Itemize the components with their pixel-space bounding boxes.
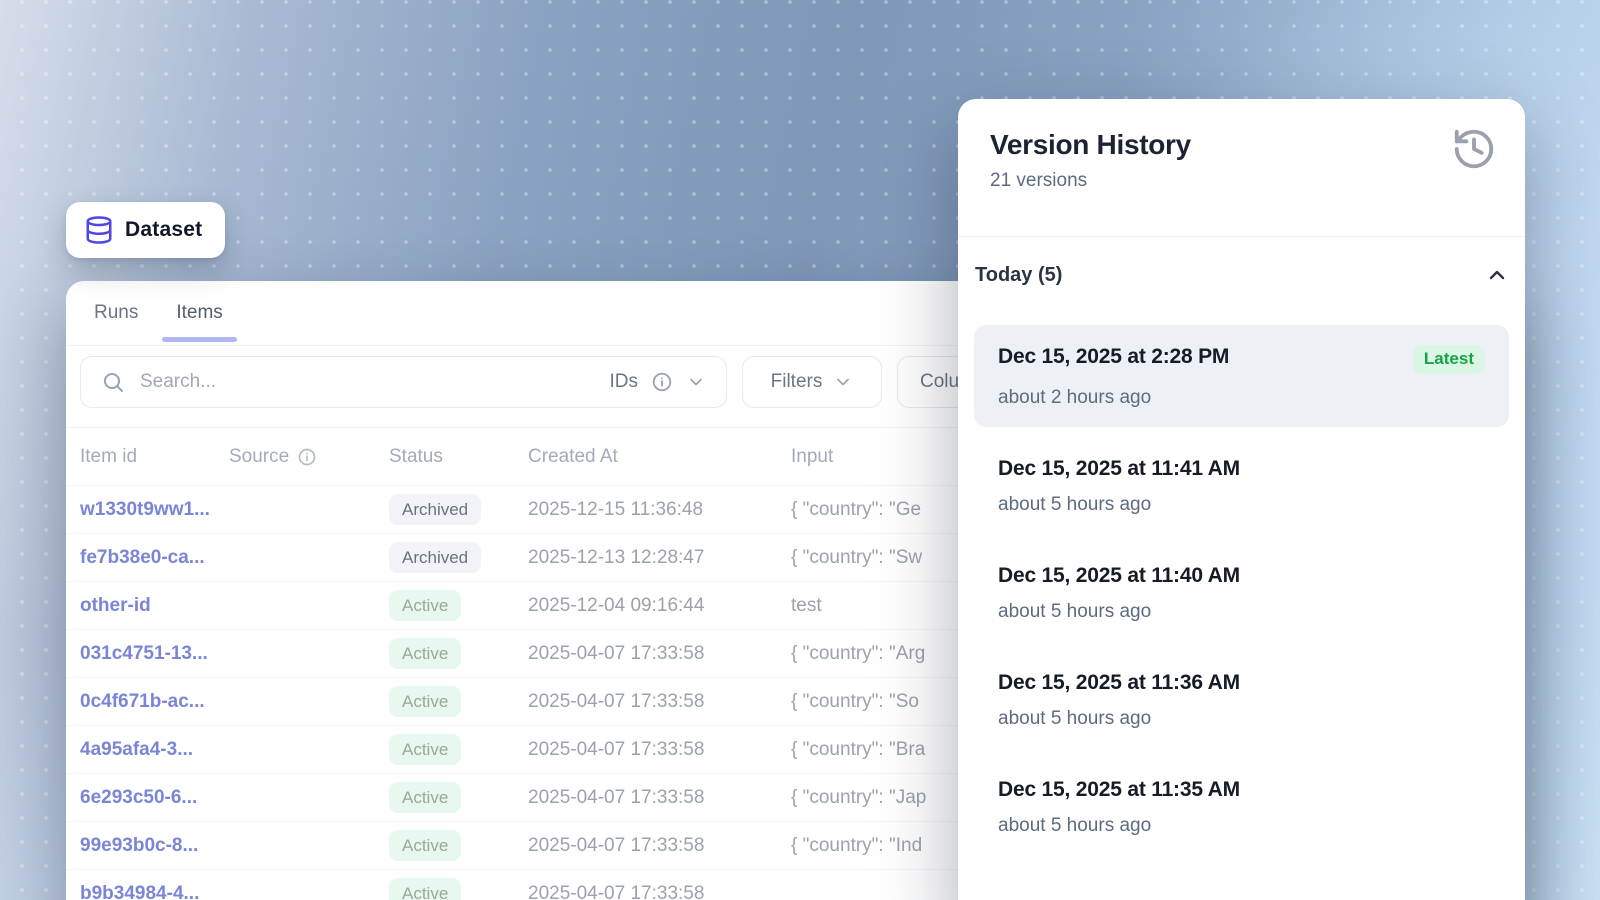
version-relative-time: about 5 hours ago (998, 494, 1485, 516)
version-entry[interactable]: Dec 15, 2025 at 11:40 AM about 5 hours a… (974, 544, 1509, 641)
dataset-badge[interactable]: Dataset (66, 202, 225, 258)
today-group-label: Today (5) (975, 264, 1062, 287)
created-at-cell: 2025-12-13 12:28:47 (528, 547, 791, 569)
column-header-item-id: Item id (80, 446, 229, 468)
tab-runs[interactable]: Runs (94, 281, 138, 345)
info-icon (651, 371, 673, 393)
today-group-header[interactable]: Today (5) (958, 237, 1525, 287)
version-relative-time: about 5 hours ago (998, 708, 1485, 730)
ids-label: IDs (610, 371, 639, 393)
column-header-status: Status (389, 446, 528, 468)
version-history-panel: Version History 21 versions Today (5) De… (958, 99, 1525, 900)
ids-selector[interactable]: IDs (610, 371, 707, 393)
version-date: Dec 15, 2025 at 11:41 AM (998, 457, 1240, 481)
status-badge: Active (389, 686, 461, 717)
status-cell: Archived (389, 542, 528, 573)
filters-label: Filters (771, 371, 823, 393)
version-entry[interactable]: Dec 15, 2025 at 11:35 AM about 5 hours a… (974, 758, 1509, 855)
status-badge: Active (389, 638, 461, 669)
status-badge: Archived (389, 542, 481, 573)
item-id-link[interactable]: other-id (80, 595, 229, 617)
active-tab-underline (162, 337, 236, 342)
version-entry-list: Dec 15, 2025 at 2:28 PM Latest about 2 h… (958, 287, 1525, 855)
tab-items[interactable]: Items (176, 281, 222, 345)
version-relative-time: about 2 hours ago (998, 387, 1485, 409)
item-id-link[interactable]: 4a95afa4-3... (80, 739, 229, 761)
status-badge: Active (389, 734, 461, 765)
database-icon (84, 215, 114, 245)
item-id-link[interactable]: fe7b38e0-ca... (80, 547, 229, 569)
item-id-link[interactable]: 0c4f671b-ac... (80, 691, 229, 713)
status-badge: Active (389, 782, 461, 813)
status-badge: Active (389, 830, 461, 861)
info-icon (297, 447, 317, 467)
status-cell: Active (389, 686, 528, 717)
status-cell: Active (389, 638, 528, 669)
item-id-link[interactable]: b9b34984-4... (80, 883, 229, 900)
status-cell: Active (389, 878, 528, 900)
filters-button[interactable]: Filters (742, 356, 882, 408)
history-icon (1451, 126, 1497, 172)
version-entry[interactable]: Dec 15, 2025 at 11:36 AM about 5 hours a… (974, 651, 1509, 748)
status-badge: Archived (389, 494, 481, 525)
tab-items-label: Items (176, 302, 222, 324)
created-at-cell: 2025-12-15 11:36:48 (528, 499, 791, 521)
dataset-badge-label: Dataset (125, 218, 202, 242)
status-cell: Active (389, 830, 528, 861)
created-at-cell: 2025-04-07 17:33:58 (528, 883, 791, 900)
item-id-link[interactable]: 031c4751-13... (80, 643, 229, 665)
search-icon (101, 370, 125, 394)
item-id-link[interactable]: 6e293c50-6... (80, 787, 229, 809)
search-box[interactable]: IDs (80, 356, 727, 408)
created-at-cell: 2025-04-07 17:33:58 (528, 739, 791, 761)
search-input[interactable] (140, 371, 595, 393)
version-history-title: Version History (990, 129, 1495, 161)
item-id-link[interactable]: 99e93b0c-8... (80, 835, 229, 857)
version-count: 21 versions (990, 170, 1495, 192)
created-at-cell: 2025-04-07 17:33:58 (528, 691, 791, 713)
chevron-down-icon (686, 372, 706, 392)
version-entry[interactable]: Dec 15, 2025 at 2:28 PM Latest about 2 h… (974, 325, 1509, 427)
version-entry[interactable]: Dec 15, 2025 at 11:41 AM about 5 hours a… (974, 437, 1509, 534)
version-date: Dec 15, 2025 at 11:36 AM (998, 671, 1240, 695)
status-cell: Active (389, 590, 528, 621)
status-cell: Archived (389, 494, 528, 525)
item-id-link[interactable]: w1330t9ww1... (80, 499, 229, 521)
created-at-cell: 2025-04-07 17:33:58 (528, 643, 791, 665)
version-date: Dec 15, 2025 at 11:40 AM (998, 564, 1240, 588)
chevron-up-icon[interactable] (1485, 263, 1509, 287)
created-at-cell: 2025-04-07 17:33:58 (528, 787, 791, 809)
column-header-created-at: Created At (528, 446, 791, 468)
status-badge: Active (389, 590, 461, 621)
version-relative-time: about 5 hours ago (998, 601, 1485, 623)
created-at-cell: 2025-04-07 17:33:58 (528, 835, 791, 857)
source-header-label: Source (229, 446, 289, 468)
status-cell: Active (389, 782, 528, 813)
column-header-source: Source (229, 446, 389, 468)
latest-badge: Latest (1413, 345, 1485, 374)
version-date: Dec 15, 2025 at 2:28 PM (998, 345, 1229, 369)
app-background: Dataset Runs Items IDs (0, 0, 1600, 900)
version-relative-time: about 5 hours ago (998, 815, 1485, 837)
status-cell: Active (389, 734, 528, 765)
status-badge: Active (389, 878, 461, 900)
version-history-header: Version History 21 versions (958, 99, 1525, 236)
created-at-cell: 2025-12-04 09:16:44 (528, 595, 791, 617)
version-date: Dec 15, 2025 at 11:35 AM (998, 778, 1240, 802)
tab-runs-label: Runs (94, 302, 138, 324)
chevron-down-icon (833, 372, 853, 392)
